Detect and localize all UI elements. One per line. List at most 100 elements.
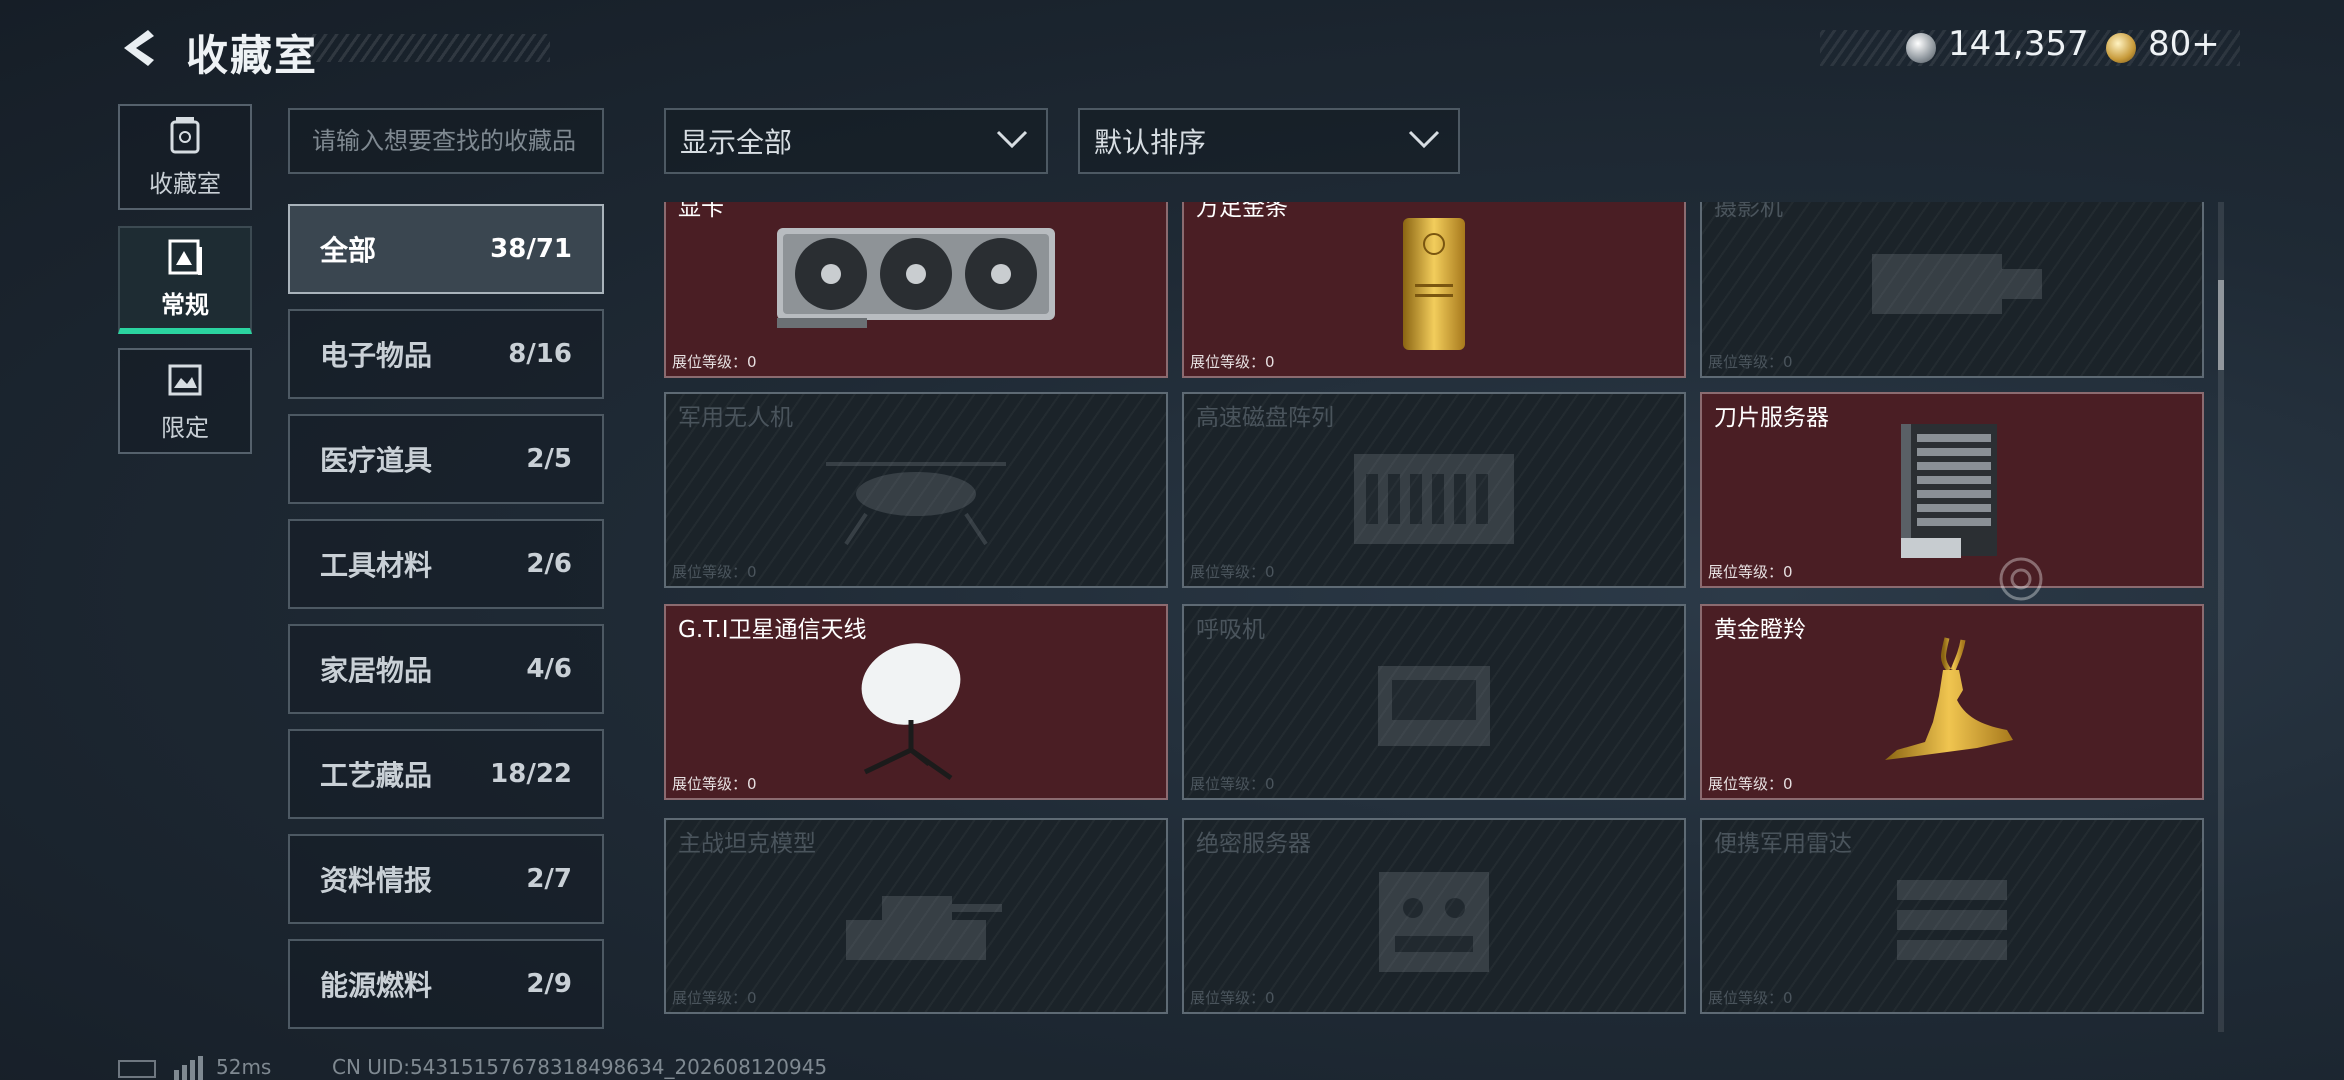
tank-model-icon [846,896,1002,960]
landscape-icon [168,364,202,395]
blade-server-icon [1901,424,1997,558]
jar-icon [170,116,200,153]
ping-text: 52ms [216,1055,272,1079]
sort-dropdown-value: 默认排序 [1094,126,1207,159]
search-input[interactable] [288,108,604,174]
item-name: 高速磁盘阵列 [1196,405,1334,431]
booth-level: 展位等级：0 [1190,563,1275,581]
item-name: 摄影机 [1714,202,1783,221]
category-all[interactable]: 全部 38/71 [288,204,604,294]
item-name: 便携军用雷达 [1714,831,1852,857]
item-name: 呼吸机 [1196,617,1265,643]
satellite-dish-icon [861,643,961,781]
category-count: 2/7 [526,864,572,894]
currency-silver-value: 141,357 [1948,24,2089,64]
category-crafts[interactable]: 工艺藏品 18/22 [288,729,604,819]
category-name: 工具材料 [320,549,433,582]
booth-level: 展位等级：0 [672,775,757,793]
category-name: 工艺藏品 [320,759,433,792]
nav-collection-room[interactable]: 收藏室 [118,104,252,210]
collectible-card[interactable]: 绝密服务器 展位等级：0 [1182,818,1686,1014]
collectible-card[interactable]: 军用无人机 展位等级：0 [664,392,1168,588]
chevron-down-icon [996,130,1028,149]
item-name: 显卡 [678,202,724,221]
filter-dropdown[interactable]: 显示全部 [664,108,1048,174]
nav-collection-room-label: 收藏室 [149,169,221,198]
uid-text: CN UID:543151576783184986​34_20260812094… [332,1055,828,1079]
collectible-card[interactable]: 摄影机 展位等级：0 [1700,202,2204,378]
target-icon [1999,557,2043,601]
category-count: 8/16 [508,339,572,369]
category-name: 资料情报 [320,864,433,897]
category-name: 电子物品 [320,339,433,372]
item-name: 绝密服务器 [1196,831,1311,857]
back-arrow-icon[interactable] [118,26,162,70]
category-energy[interactable]: 能源燃料 2/9 [288,939,604,1029]
secret-server-icon [1379,872,1489,972]
booth-level: 展位等级：0 [672,563,757,581]
booth-level: 展位等级：0 [672,989,757,1007]
chevron-down-icon [1408,130,1440,149]
gold-bar-icon [1403,218,1465,350]
booth-level: 展位等级：0 [1708,563,1793,581]
category-electronics[interactable]: 电子物品 8/16 [288,309,604,399]
collectible-card[interactable]: 主战坦克模型 展位等级：0 [664,818,1168,1014]
gold-coin-icon [2106,33,2136,63]
item-name: 刀片服务器 [1714,405,1829,431]
silver-coin-icon [1906,33,1936,63]
nav-limited[interactable]: 限定 [118,348,252,454]
item-name: 军用无人机 [678,405,793,431]
scrollbar-thumb[interactable] [2218,280,2224,370]
category-intel[interactable]: 资料情报 2/7 [288,834,604,924]
category-count: 38/71 [490,234,572,264]
category-count: 2/5 [526,444,572,474]
category-count: 4/6 [526,654,572,684]
booth-level: 展位等级：0 [1190,353,1275,371]
collection-grid[interactable]: 显卡 展位等级：0 万足金条 展位等级：0 摄影机 展位等级：0 军用无人机 展… [660,202,2204,1032]
collectible-card[interactable]: 便携军用雷达 展位等级：0 [1700,818,2204,1014]
collectible-card[interactable]: 高速磁盘阵列 展位等级：0 [1182,392,1686,588]
drone-icon [826,462,1006,546]
booth-level: 展位等级：0 [1190,989,1275,1007]
booth-level: 展位等级：0 [1190,775,1275,793]
radar-icon [1897,880,2007,960]
category-name: 医疗道具 [320,444,433,477]
disk-array-icon [1354,454,1514,544]
golden-gazelle-icon [1885,637,2013,760]
item-name: G.T.I卫星通信天线 [678,617,867,643]
nav-limited-label: 限定 [161,413,209,442]
category-tools[interactable]: 工具材料 2/6 [288,519,604,609]
page-title: 收藏室 [186,31,319,80]
nav-regular-label: 常规 [161,290,209,319]
graphics-card-icon [777,228,1055,328]
booth-level: 展位等级：0 [672,353,757,371]
nav-regular[interactable]: 常规 [118,226,252,334]
ventilator-icon [1378,666,1490,746]
category-medical[interactable]: 医疗道具 2/5 [288,414,604,504]
category-name: 全部 [320,234,377,267]
collectible-card[interactable]: 呼吸机 展位等级：0 [1182,604,1686,800]
battery-icon [118,1060,156,1078]
category-name: 能源燃料 [320,969,433,1002]
item-name: 主战坦克模型 [678,831,816,857]
item-name: 万足金条 [1196,202,1288,221]
collectible-card[interactable]: G.T.I卫星通信天线 展位等级：0 [664,604,1168,800]
camera-icon [1872,254,2042,314]
collectible-card[interactable]: 万足金条 展位等级：0 [1182,202,1686,378]
category-count: 2/6 [526,549,572,579]
sort-dropdown[interactable]: 默认排序 [1078,108,1460,174]
collectible-card[interactable]: 显卡 展位等级：0 [664,202,1168,378]
category-count: 2/9 [526,969,572,999]
category-name: 家居物品 [320,654,433,687]
booth-level: 展位等级：0 [1708,989,1793,1007]
category-household[interactable]: 家居物品 4/6 [288,624,604,714]
collectible-card[interactable]: 黄金瞪羚 展位等级：0 [1700,604,2204,800]
booth-level: 展位等级：0 [1708,775,1793,793]
picture-icon [168,239,202,275]
item-name: 黄金瞪羚 [1714,617,1806,643]
currency-gold-value[interactable]: 80+ [2148,24,2220,64]
filter-dropdown-value: 显示全部 [680,126,793,159]
category-count: 18/22 [490,759,572,789]
signal-icon [174,1056,203,1080]
collectible-card[interactable]: 刀片服务器 展位等级：0 [1700,392,2204,588]
